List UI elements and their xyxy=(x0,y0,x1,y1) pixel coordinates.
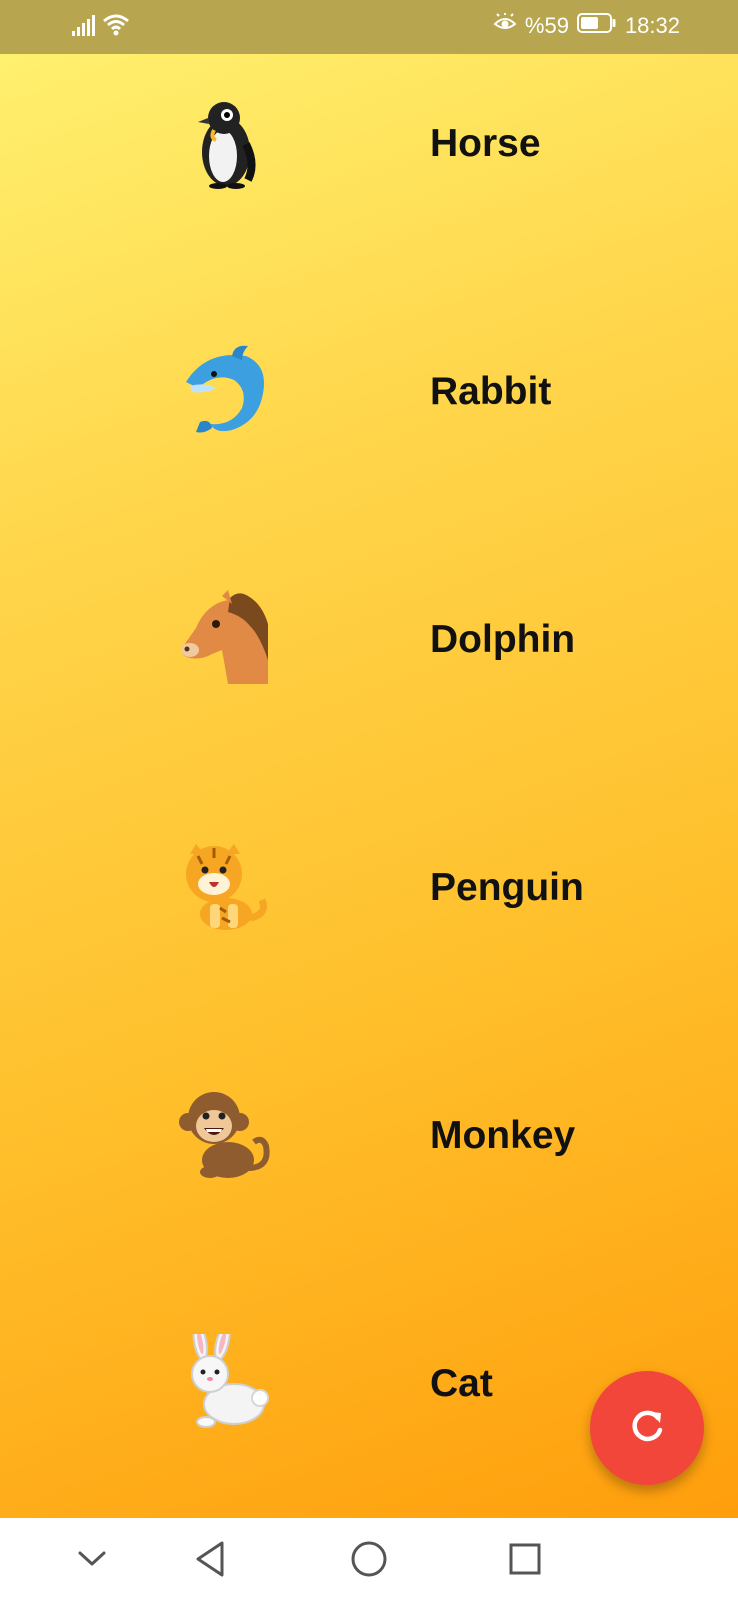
animal-name: Horse xyxy=(430,122,541,165)
status-bar: %59 18:32 xyxy=(0,0,738,54)
screen: %59 18:32 Horse Rabbit Dolphin Penguin M… xyxy=(0,0,738,1600)
recents-icon[interactable] xyxy=(505,1539,545,1579)
status-time: 18:32 xyxy=(624,13,680,38)
animal-list: Horse Rabbit Dolphin Penguin Monkey Cat xyxy=(0,54,738,1518)
status-left xyxy=(72,13,130,41)
dolphin-icon xyxy=(176,342,272,438)
rabbit-icon xyxy=(176,1334,272,1430)
animal-name: Cat xyxy=(430,1362,493,1405)
list-item[interactable]: Penguin xyxy=(0,818,738,938)
monkey-icon xyxy=(176,1086,272,1182)
back-icon[interactable] xyxy=(190,1539,230,1579)
navigation-bar xyxy=(0,1518,738,1600)
chevron-down-icon[interactable] xyxy=(72,1539,112,1579)
tiger-icon xyxy=(176,838,272,934)
animal-name: Monkey xyxy=(430,1114,576,1157)
battery-percent: %59 xyxy=(524,13,569,38)
animal-name: Dolphin xyxy=(430,618,576,661)
horse-icon xyxy=(176,590,272,686)
home-icon[interactable] xyxy=(349,1539,389,1579)
eye-comfort-icon xyxy=(493,13,517,39)
battery-icon xyxy=(576,12,617,40)
wifi-icon xyxy=(102,13,130,41)
list-item[interactable]: Horse xyxy=(0,74,738,194)
refresh-icon xyxy=(627,1406,667,1450)
animal-name: Penguin xyxy=(430,866,584,909)
penguin-icon xyxy=(176,94,272,190)
refresh-button[interactable] xyxy=(590,1371,704,1485)
animal-name: Rabbit xyxy=(430,370,552,413)
list-item[interactable]: Dolphin xyxy=(0,570,738,690)
status-right: %59 18:32 xyxy=(493,12,680,40)
list-item[interactable]: Monkey xyxy=(0,1066,738,1186)
list-item[interactable]: Rabbit xyxy=(0,322,738,442)
signal-icon xyxy=(72,15,96,41)
